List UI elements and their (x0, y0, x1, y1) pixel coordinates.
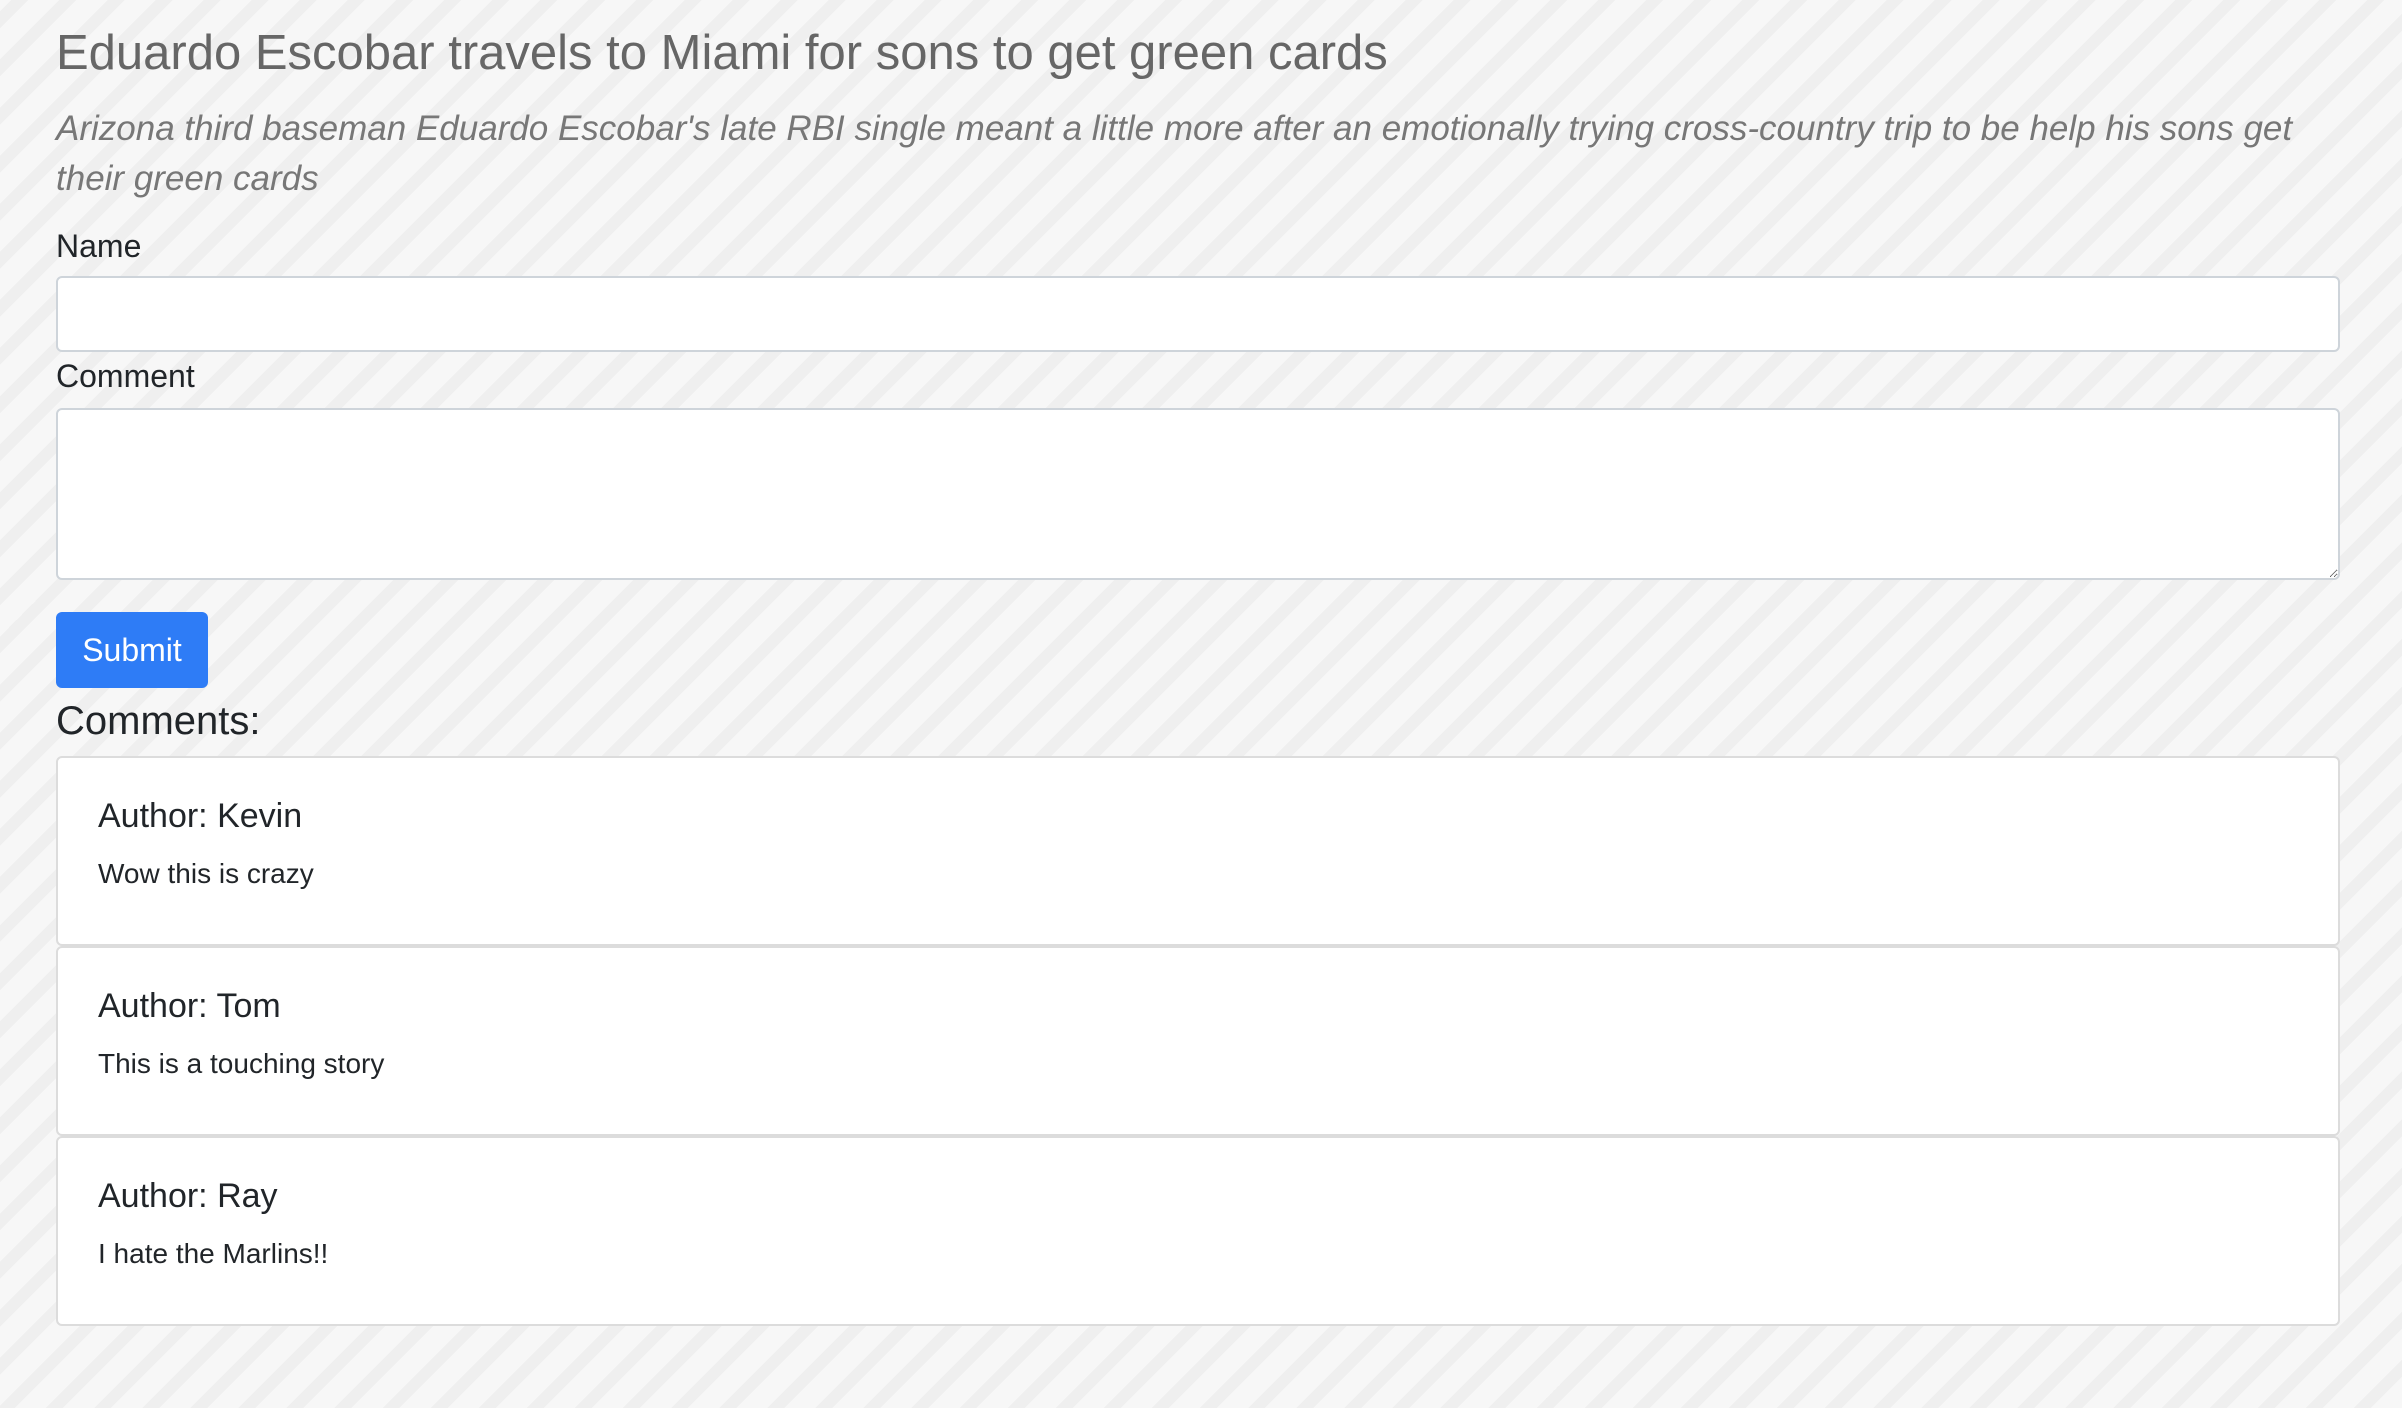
article-title: Eduardo Escobar travels to Miami for son… (56, 26, 1388, 80)
name-label: Name (56, 228, 142, 264)
comment-card: Author: Kevin Wow this is crazy (56, 756, 2340, 946)
comment-label: Comment (56, 358, 195, 394)
article-page: Eduardo Escobar travels to Miami for son… (56, 0, 2340, 1326)
comment-list: Author: Kevin Wow this is crazy Author: … (56, 756, 2340, 1326)
submit-button[interactable]: Submit (56, 612, 208, 688)
comment-form: Name Comment Submit (56, 226, 2340, 688)
name-input[interactable] (56, 276, 2340, 352)
comment-textarea[interactable] (56, 408, 2340, 580)
comment-author: Author: Kevin (98, 797, 303, 835)
comment-card: Author: Ray I hate the Marlins!! (56, 1136, 2340, 1326)
article-subtitle: Arizona third baseman Eduardo Escobar's … (56, 109, 2293, 198)
comment-author: Author: Tom (98, 987, 281, 1025)
comment-text: I hate the Marlins!! (98, 1238, 329, 1269)
comment-card: Author: Tom This is a touching story (56, 946, 2340, 1136)
comment-author: Author: Ray (98, 1177, 278, 1215)
comments-heading: Comments: (56, 699, 261, 743)
comment-text: Wow this is crazy (98, 858, 314, 889)
comment-text: This is a touching story (98, 1048, 385, 1079)
